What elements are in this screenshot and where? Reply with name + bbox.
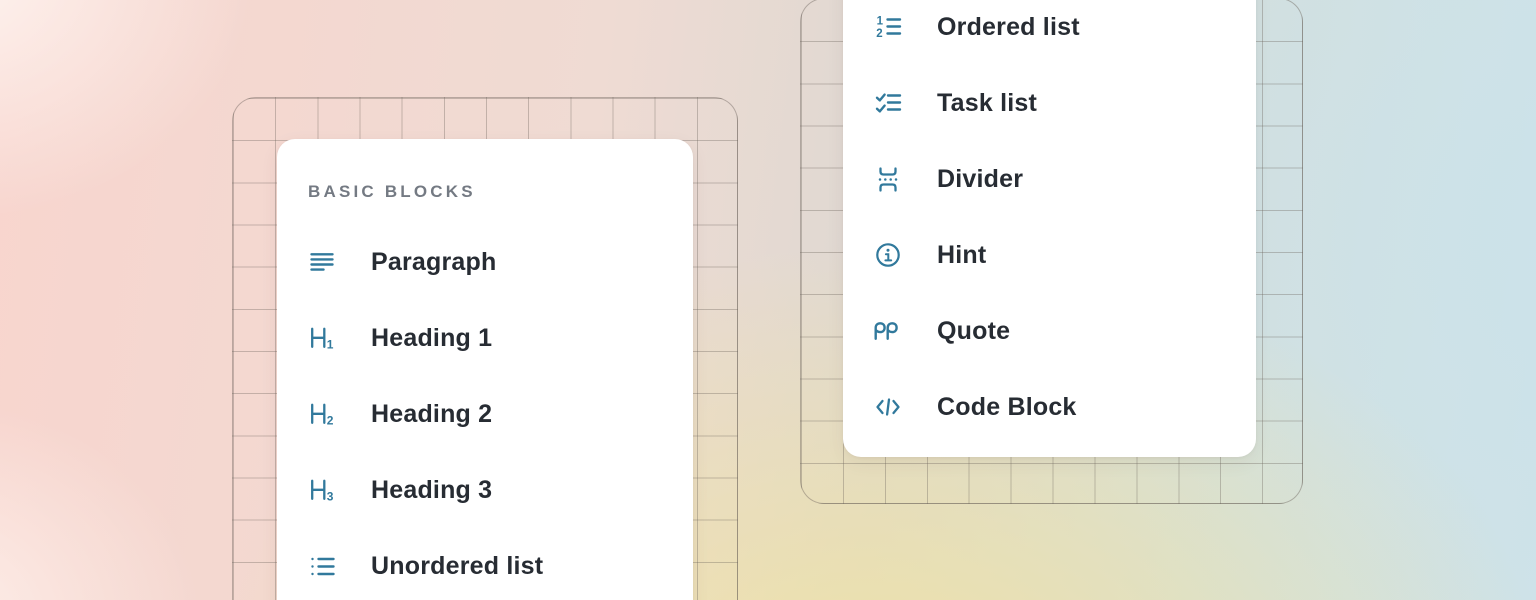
svg-text:1: 1 [327, 338, 334, 352]
menu-item-code-block[interactable]: Code Block [843, 369, 1256, 445]
quote-icon [874, 317, 902, 345]
ordered-list-icon: 1 2 [874, 13, 902, 41]
menu-item-paragraph[interactable]: Paragraph [277, 224, 693, 300]
blocks-list: 1 2 Ordered list [843, 0, 1256, 445]
menu-item-label: Heading 3 [371, 476, 492, 505]
heading-1-icon: 1 [308, 324, 336, 352]
task-list-icon [874, 89, 902, 117]
editor-blocks-illustration: BASIC BLOCKS Paragraph 1 [0, 0, 1536, 600]
menu-item-ordered-list[interactable]: 1 2 Ordered list [843, 0, 1256, 65]
basic-blocks-list: Paragraph 1 Heading 1 2 [277, 224, 693, 600]
menu-item-unordered-list[interactable]: Unordered list [277, 528, 693, 600]
menu-item-label: Hint [937, 241, 986, 270]
basic-blocks-menu: BASIC BLOCKS Paragraph 1 [277, 139, 693, 600]
divider-icon [874, 165, 902, 193]
svg-text:2: 2 [876, 28, 882, 40]
menu-item-label: Paragraph [371, 248, 496, 277]
svg-text:2: 2 [327, 414, 334, 428]
menu-item-quote[interactable]: Quote [843, 293, 1256, 369]
menu-item-task-list[interactable]: Task list [843, 65, 1256, 141]
menu-item-heading-3[interactable]: 3 Heading 3 [277, 452, 693, 528]
menu-item-label: Heading 1 [371, 324, 492, 353]
heading-2-icon: 2 [308, 400, 336, 428]
svg-text:3: 3 [327, 490, 334, 504]
menu-item-divider[interactable]: Divider [843, 141, 1256, 217]
menu-item-label: Unordered list [371, 552, 543, 581]
menu-item-label: Divider [937, 165, 1023, 194]
section-label: BASIC BLOCKS [308, 183, 693, 200]
menu-item-label: Code Block [937, 393, 1077, 422]
menu-item-hint[interactable]: Hint [843, 217, 1256, 293]
hint-icon [874, 241, 902, 269]
paragraph-icon [308, 248, 336, 276]
code-block-icon [874, 393, 902, 421]
menu-item-label: Quote [937, 317, 1010, 346]
menu-item-label: Heading 2 [371, 400, 492, 429]
menu-item-heading-1[interactable]: 1 Heading 1 [277, 300, 693, 376]
menu-item-label: Ordered list [937, 13, 1080, 42]
menu-item-heading-2[interactable]: 2 Heading 2 [277, 376, 693, 452]
blocks-menu-continued: 1 2 Ordered list [843, 0, 1256, 457]
menu-item-label: Task list [937, 89, 1037, 118]
svg-text:1: 1 [877, 16, 884, 28]
heading-3-icon: 3 [308, 476, 336, 504]
unordered-list-icon [308, 552, 336, 580]
